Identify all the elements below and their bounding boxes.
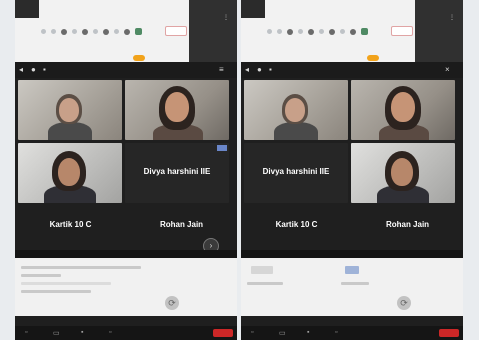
participant-video-1[interactable] (18, 80, 122, 140)
participants-icon[interactable]: ▪ (81, 329, 83, 336)
participant-video-3[interactable] (18, 143, 122, 203)
participant-video-2[interactable] (125, 80, 229, 140)
toolbar-side: ⋮ (415, 0, 463, 62)
screen-icon[interactable]: ▭ (279, 329, 286, 337)
share-icon[interactable]: ⟳ (397, 296, 411, 310)
close-icon[interactable]: × (445, 66, 450, 74)
more-icon[interactable]: ⋮ (449, 14, 455, 21)
toolbar-side: ⋮ (189, 0, 237, 62)
right-phone-screenshot: ⋮ ◂ ● ▪ × Divya harshini IIE Kartik 10 C… (241, 0, 463, 340)
back-icon[interactable]: ◂ (19, 66, 23, 74)
leave-button[interactable] (213, 329, 233, 337)
screen-icon[interactable]: ▭ (53, 329, 60, 337)
camera-icon[interactable]: ▪ (43, 66, 46, 74)
participant-name-tile[interactable]: Divya harshini IIE (244, 143, 348, 203)
clear-button[interactable] (165, 26, 187, 36)
clear-button[interactable] (391, 26, 413, 36)
menu-icon[interactable]: ≡ (219, 66, 224, 74)
left-phone-screenshot: ⋮ ◂ ● ▪ ≡ Divya harshini IIE Kartik 10 C… (15, 0, 237, 340)
participant-name-kartik: Kartik 10 C (49, 220, 92, 229)
whiteboard-toolbar: ⋮ (241, 0, 463, 62)
participant-video-2[interactable] (351, 80, 455, 140)
names-row: Kartik 10 C Rohan Jain (241, 206, 463, 246)
participant-video-1[interactable] (244, 80, 348, 140)
subtitle-strip (241, 250, 463, 258)
chat-icon[interactable]: ▫ (335, 329, 337, 336)
pointer-marker (133, 55, 145, 61)
meeting-controls: ◂ ● ▪ × (241, 62, 463, 78)
shared-document: ⟳ (15, 258, 237, 316)
whiteboard-toolbar: ⋮ (15, 0, 237, 62)
pen-palette[interactable] (267, 28, 368, 35)
names-row: Kartik 10 C Rohan Jain (15, 206, 237, 246)
meeting-controls: ◂ ● ▪ ≡ (15, 62, 237, 78)
bottom-toolbar: ▫ ▭ ▪ ▫ (15, 326, 237, 340)
video-indicator-icon (217, 145, 227, 151)
participant-name-tile[interactable]: Divya harshini IIE (125, 143, 229, 203)
back-icon[interactable]: ◂ (245, 66, 249, 74)
more-icon[interactable]: ⋮ (223, 14, 229, 21)
mic-icon[interactable]: ● (31, 66, 36, 74)
status-area (241, 0, 265, 18)
participant-name-rohan: Rohan Jain (385, 220, 430, 229)
tool-icon[interactable]: ▫ (251, 329, 253, 336)
bottom-toolbar: ▫ ▭ ▪ ▫ (241, 326, 463, 340)
pen-palette[interactable] (41, 28, 142, 35)
subtitle-strip (15, 250, 237, 258)
chat-icon[interactable]: ▫ (109, 329, 111, 336)
shared-document: ⟳ (241, 258, 463, 316)
participant-name-rohan: Rohan Jain (159, 220, 204, 229)
pointer-marker (367, 55, 379, 61)
status-area (15, 0, 39, 18)
tool-icon[interactable]: ▫ (25, 329, 27, 336)
participants-icon[interactable]: ▪ (307, 329, 309, 336)
participant-name-divya: Divya harshini IIE (143, 167, 211, 176)
leave-button[interactable] (439, 329, 459, 337)
mic-icon[interactable]: ● (257, 66, 262, 74)
share-icon[interactable]: ⟳ (165, 296, 179, 310)
participant-video-3[interactable] (351, 143, 455, 203)
participant-name-divya: Divya harshini IIE (262, 167, 330, 176)
camera-icon[interactable]: ▪ (269, 66, 272, 74)
participant-name-kartik: Kartik 10 C (275, 220, 318, 229)
